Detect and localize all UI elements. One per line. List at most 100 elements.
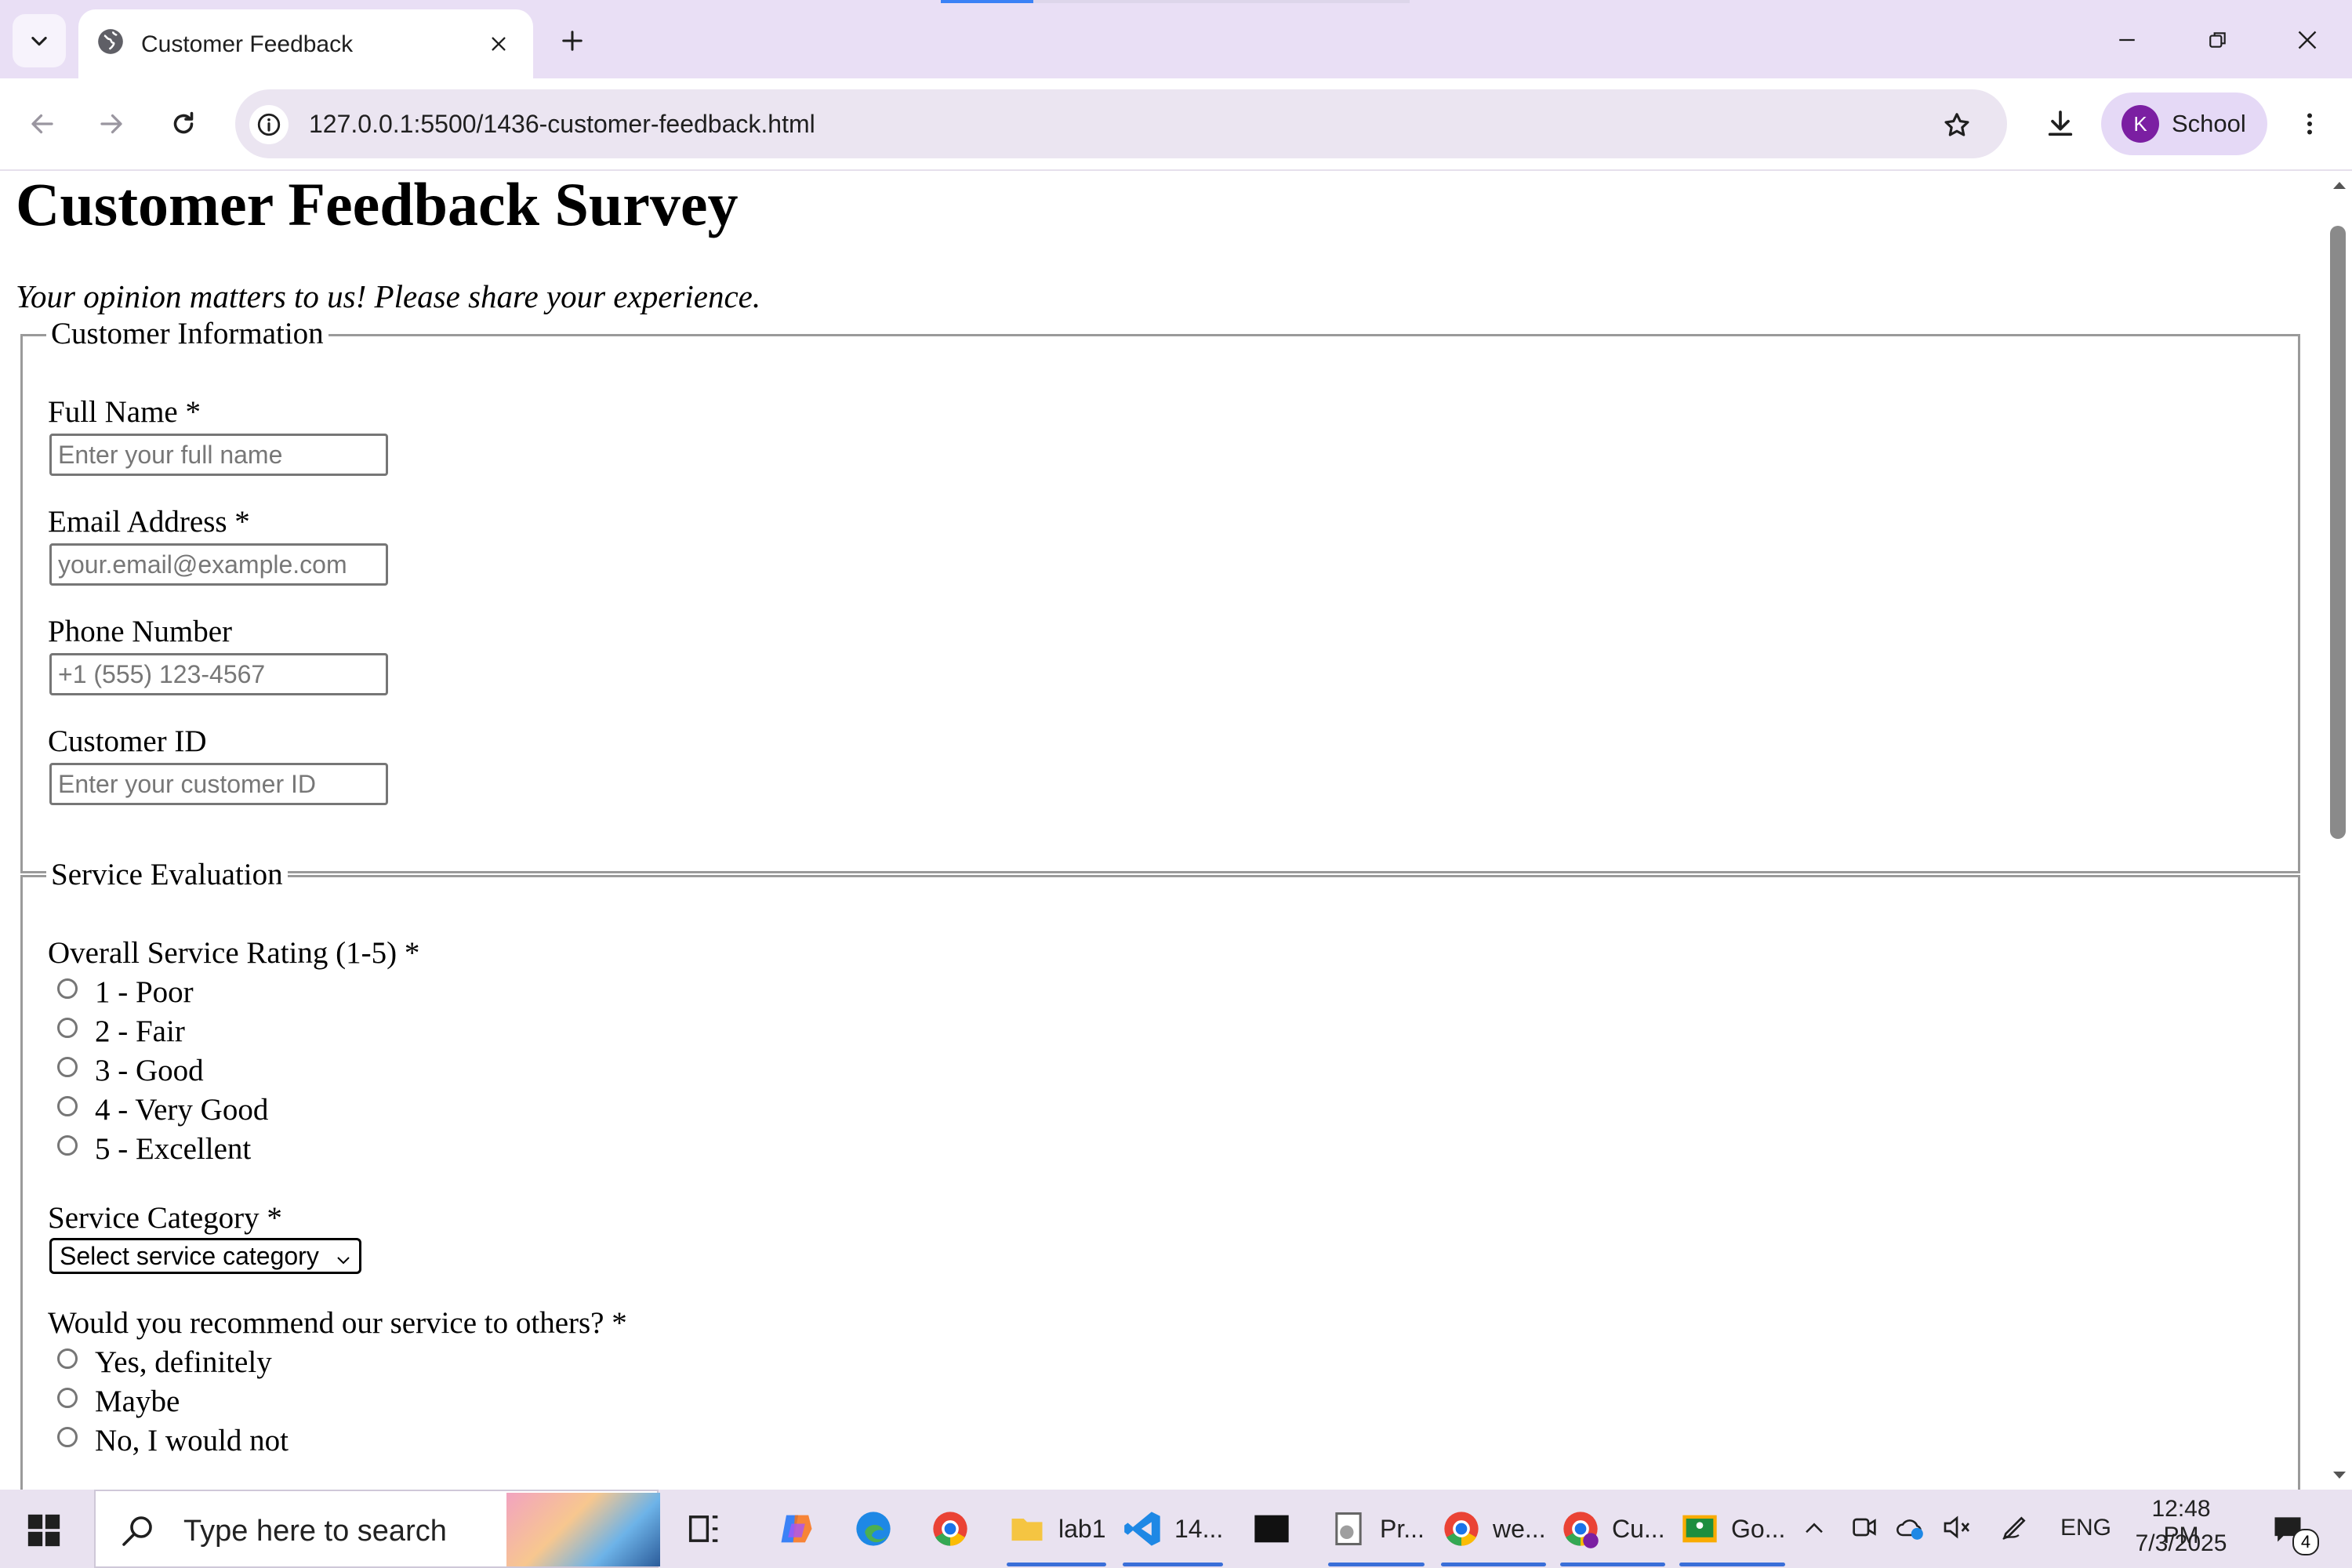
radio-button[interactable] (57, 1388, 78, 1408)
scroll-down-arrow-icon[interactable] (2332, 1468, 2347, 1483)
plus-icon[interactable] (549, 22, 596, 60)
running-indicator (1441, 1563, 1546, 1566)
vscode-app[interactable]: 14... (1123, 1496, 1224, 1566)
radio-button[interactable] (57, 1057, 78, 1077)
select-value: Select service category (60, 1241, 319, 1270)
radio-button[interactable] (57, 1018, 78, 1038)
chrome-app[interactable] (930, 1496, 971, 1562)
radio-button[interactable] (57, 1096, 78, 1116)
minimize-icon[interactable] (2101, 17, 2153, 63)
terminal-icon (1254, 1515, 1289, 1543)
customer-id-input[interactable] (49, 763, 388, 805)
taskbar-search-box[interactable]: Type here to search (94, 1490, 660, 1568)
chrome-icon (1444, 1512, 1479, 1546)
recommend-option-maybe[interactable]: Maybe (57, 1382, 180, 1420)
phone-input[interactable] (49, 653, 388, 695)
pen-icon[interactable] (1999, 1512, 2034, 1546)
more-vert-icon[interactable] (2286, 100, 2333, 147)
customer-information-fieldset: Customer Information Full Name * Email A… (20, 316, 2300, 873)
fieldset-legend: Service Evaluation (46, 857, 288, 892)
tab-loading-track (1033, 0, 1410, 3)
chevron-up-icon[interactable] (1797, 1512, 1831, 1546)
forward-arrow-icon[interactable] (88, 100, 135, 147)
radio-button[interactable] (57, 1348, 78, 1369)
radio-button[interactable] (57, 978, 78, 999)
app-label: Cu... (1612, 1514, 1665, 1543)
chrome-profile-1-app[interactable]: we... (1441, 1496, 1546, 1566)
close-icon[interactable] (480, 25, 517, 63)
restore-icon[interactable] (2192, 17, 2244, 63)
address-bar[interactable]: 127.0.0.1:5500/1436-customer-feedback.ht… (235, 89, 2007, 158)
avatar: K (2122, 105, 2159, 143)
chrome-profile-2-app[interactable]: Cu... (1560, 1496, 1665, 1566)
radio-label: 3 - Good (95, 1053, 204, 1087)
copilot-icon (781, 1515, 812, 1543)
recommend-option-yes[interactable]: Yes, definitely (57, 1343, 272, 1381)
task-view-button[interactable] (684, 1496, 724, 1562)
url-text[interactable]: 127.0.0.1:5500/1436-customer-feedback.ht… (309, 110, 815, 139)
running-indicator (1679, 1563, 1786, 1566)
meet-now-icon[interactable] (1849, 1512, 1883, 1546)
recommend-option-no[interactable]: No, I would not (57, 1421, 289, 1459)
rating-option-2[interactable]: 2 - Fair (57, 1012, 185, 1050)
task-view-icon (688, 1515, 718, 1542)
rating-option-5[interactable]: 5 - Excellent (57, 1130, 251, 1167)
radio-label: Maybe (95, 1384, 180, 1418)
rating-option-1[interactable]: 1 - Poor (57, 973, 194, 1011)
running-indicator (1123, 1563, 1224, 1566)
email-field[interactable] (49, 543, 388, 586)
project-app[interactable]: Pr... (1328, 1496, 1425, 1566)
radio-label: 1 - Poor (95, 975, 194, 1009)
full-name-input[interactable] (49, 434, 388, 476)
volume-muted-icon[interactable] (1941, 1512, 1976, 1546)
onedrive-icon[interactable] (1894, 1512, 1929, 1546)
reload-icon[interactable] (160, 100, 207, 147)
classroom-icon (1682, 1515, 1717, 1543)
site-info-icon[interactable] (249, 105, 289, 144)
app-label: we... (1493, 1514, 1546, 1543)
profile-label: School (2172, 110, 2246, 137)
radio-label: 5 - Excellent (95, 1131, 252, 1166)
taskbar-search-placeholder: Type here to search (183, 1515, 447, 1548)
radio-label: 4 - Very Good (95, 1092, 269, 1127)
notification-badge: 4 (2292, 1529, 2319, 1555)
edge-app[interactable] (853, 1496, 894, 1562)
service-category-label: Service Category * (48, 1201, 282, 1235)
chrome-icon (933, 1512, 967, 1546)
chrome-icon (1563, 1512, 1599, 1548)
profile-button[interactable]: K School (2101, 93, 2267, 155)
back-arrow-icon[interactable] (19, 100, 66, 147)
clock-date[interactable]: 7/3/2025 (2128, 1530, 2234, 1557)
window-close-icon[interactable] (2281, 17, 2333, 63)
app-label: lab1 (1058, 1514, 1106, 1543)
service-category-select[interactable]: Select service category (49, 1238, 361, 1274)
scroll-up-arrow-icon[interactable] (2332, 177, 2347, 193)
chevron-down-icon (334, 1247, 353, 1276)
google-classroom-app[interactable]: Go... (1679, 1496, 1786, 1566)
running-indicator (1560, 1563, 1665, 1566)
scrollbar-thumb[interactable] (2330, 226, 2346, 839)
copilot-app[interactable] (776, 1496, 817, 1562)
star-icon[interactable] (1935, 103, 1979, 147)
folder-icon (1011, 1519, 1043, 1541)
file-explorer-app[interactable]: lab1 (1007, 1496, 1106, 1566)
windows-taskbar: Type here to search lab1 14... Pr... we.… (0, 1490, 2352, 1568)
rating-option-4[interactable]: 4 - Very Good (57, 1091, 268, 1128)
browser-toolbar: 127.0.0.1:5500/1436-customer-feedback.ht… (0, 78, 2352, 171)
document-icon (1335, 1512, 1362, 1546)
radio-button[interactable] (57, 1427, 78, 1447)
fieldset-legend: Customer Information (46, 316, 328, 351)
terminal-app[interactable] (1251, 1496, 1292, 1562)
tab-search-icon[interactable] (13, 14, 66, 67)
rating-option-3[interactable]: 3 - Good (57, 1051, 204, 1089)
browser-tab-strip: Customer Feedback (0, 0, 2352, 78)
service-evaluation-fieldset: Service Evaluation Overall Service Ratin… (20, 857, 2300, 1490)
browser-tab-active[interactable]: Customer Feedback (78, 9, 533, 78)
radio-button[interactable] (57, 1135, 78, 1156)
page-viewport: Customer Feedback Survey Your opinion ma… (0, 171, 2327, 1490)
globe-icon (94, 25, 127, 58)
windows-start-icon[interactable] (24, 1510, 64, 1551)
page-scrollbar[interactable] (2327, 171, 2352, 1490)
language-indicator[interactable]: ENG (2060, 1515, 2111, 1541)
download-icon[interactable] (2037, 100, 2084, 147)
